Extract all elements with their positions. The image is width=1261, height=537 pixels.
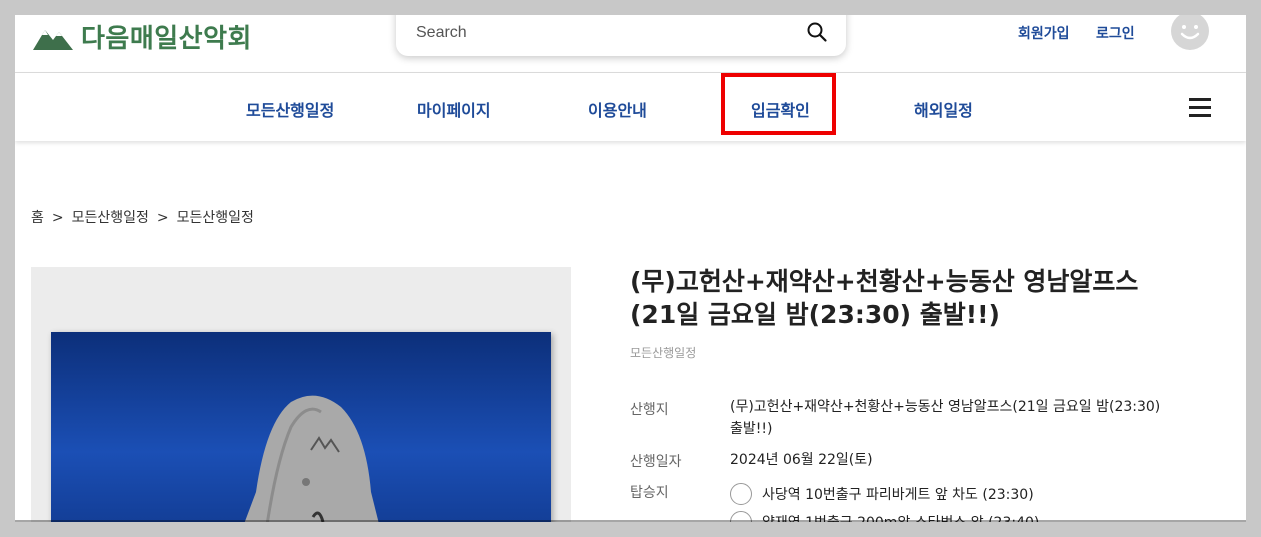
breadcrumb-home[interactable]: 홈 — [31, 210, 44, 226]
signup-link[interactable]: 회원가입 — [1018, 23, 1070, 43]
smiley-avatar-icon[interactable] — [1171, 15, 1209, 50]
product-category: 모든산행일정 — [630, 346, 697, 360]
destination-value-line1: (무)고헌산+재약산+천황산+능동산 영남알프스(21일 금요일 밤(23:30… — [730, 399, 1161, 415]
nav-highlight-box — [721, 73, 836, 135]
bottom-overlay — [15, 520, 1246, 522]
destination-value-line2: 출발!!) — [730, 421, 773, 437]
breadcrumb-category[interactable]: 모든산행일정 — [72, 210, 149, 226]
search-input[interactable]: Search — [416, 24, 467, 42]
product-image-panel — [31, 267, 571, 522]
hamburger-menu-icon[interactable] — [1189, 98, 1211, 117]
main-nav: 모든산행일정 마이페이지 이용안내 입금확인 해외일정 — [15, 73, 1246, 141]
page: 다음매일산악회 Search 회원가입 로그인 모든산행일정 마이페이지 이용안… — [15, 15, 1246, 522]
product-title: (무)고헌산+재약산+천황산+능동산 영남알프스 (21일 금요일 밤(23:3… — [630, 265, 1220, 331]
product-title-line2: (21일 금요일 밤(23:30) 출발!!) — [630, 300, 1000, 329]
pickup-label: 탑승지 — [630, 485, 669, 501]
date-value: 2024년 06월 22일(토) — [730, 452, 873, 468]
destination-label: 산행지 — [630, 402, 669, 418]
logo-text: 다음매일산악회 — [81, 24, 252, 54]
breadcrumb: 홈 > 모든산행일정 > 모든산행일정 — [31, 207, 254, 227]
search-bar[interactable]: Search — [396, 15, 846, 56]
nav-item-mypage[interactable]: 마이페이지 — [417, 97, 491, 121]
chevron-right-icon: > — [51, 210, 64, 226]
nav-item-overseas[interactable]: 해외일정 — [914, 97, 973, 121]
product-title-line1: (무)고헌산+재약산+천황산+능동산 영남알프스 — [630, 267, 1139, 296]
mountain-icon — [33, 29, 73, 50]
search-icon[interactable] — [806, 21, 828, 43]
nav-item-guide[interactable]: 이용안내 — [588, 97, 647, 121]
destination-value: (무)고헌산+재약산+천황산+능동산 영남알프스(21일 금요일 밤(23:30… — [730, 396, 1160, 440]
pickup-radio[interactable] — [730, 483, 752, 505]
product-photo[interactable] — [51, 332, 551, 522]
site-logo[interactable]: 다음매일산악회 — [33, 18, 252, 55]
chevron-right-icon: > — [156, 210, 169, 226]
nav-item-all-schedules[interactable]: 모든산행일정 — [246, 97, 334, 121]
breadcrumb-current[interactable]: 모든산행일정 — [177, 210, 254, 226]
login-link[interactable]: 로그인 — [1096, 23, 1135, 43]
pickup-option[interactable]: 사당역 10번출구 파리바게트 앞 차도 (23:30) — [730, 483, 1034, 505]
date-label: 산행일자 — [630, 454, 682, 470]
header: 다음매일산악회 Search 회원가입 로그인 — [15, 15, 1246, 72]
pickup-option-label: 사당역 10번출구 파리바게트 앞 차도 (23:30) — [762, 487, 1034, 503]
